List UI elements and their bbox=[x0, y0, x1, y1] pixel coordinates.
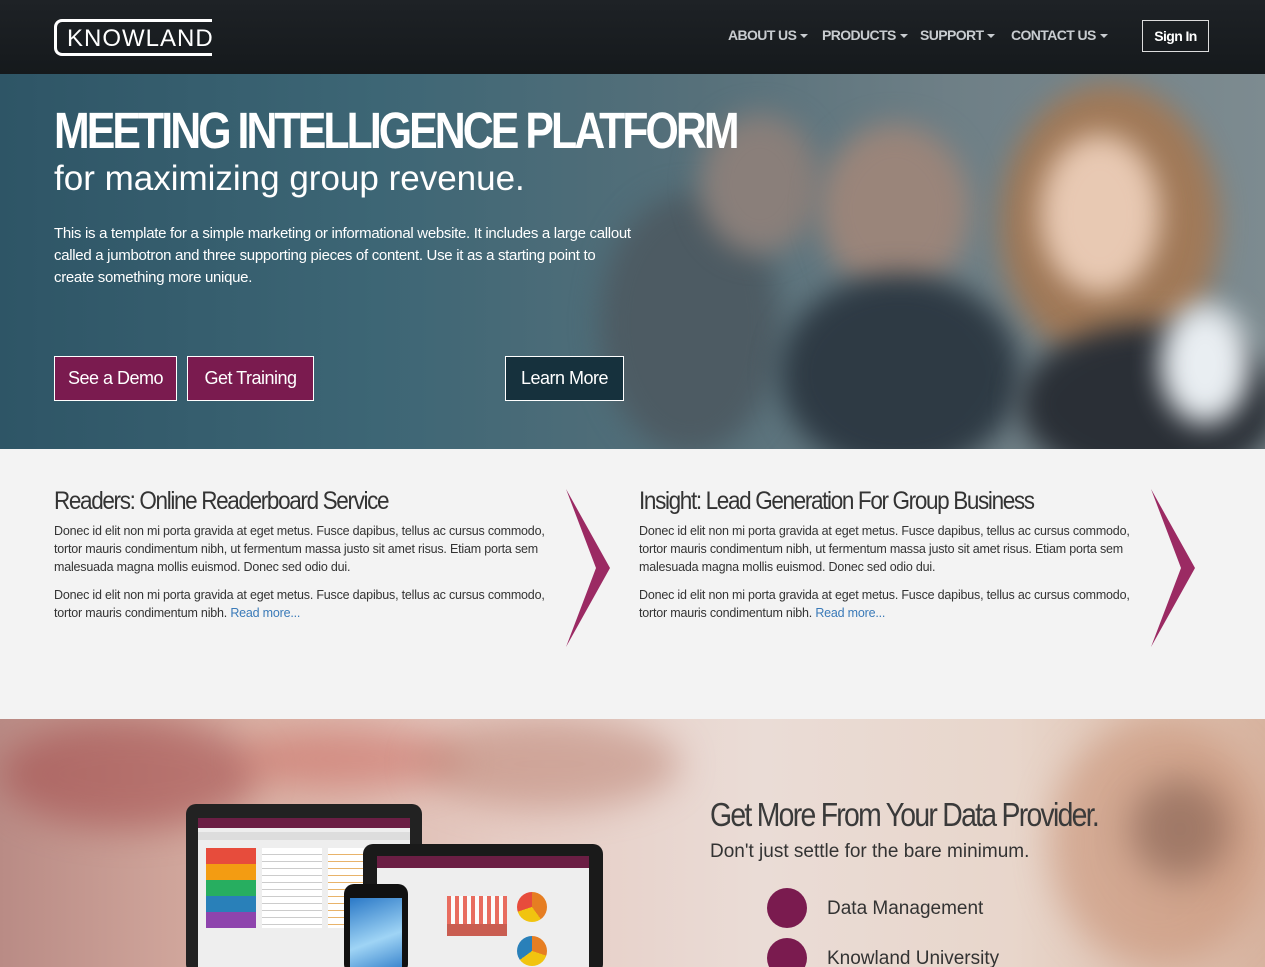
bottom-bg-shape bbox=[1130, 779, 1230, 879]
hero-bg-figure bbox=[1160, 304, 1250, 424]
phone-screen bbox=[350, 898, 402, 967]
phone-device-image bbox=[344, 884, 408, 967]
knowland-university-item[interactable]: Knowland University bbox=[767, 938, 1167, 967]
hero-jumbotron: MEETING INTELLIGENCE PLATFORM for maximi… bbox=[0, 74, 1265, 449]
data-management-item[interactable]: Data Management bbox=[767, 888, 1167, 928]
nav-products[interactable]: PRODUCTS bbox=[822, 27, 908, 43]
chevron-right-icon[interactable] bbox=[1151, 489, 1195, 647]
feature-text: Donec id elit non mi porta gravida at eg… bbox=[54, 588, 545, 620]
read-more-link[interactable]: Read more... bbox=[230, 606, 300, 620]
logo-text: KNOWLAND bbox=[67, 25, 214, 52]
sign-in-button[interactable]: Sign In bbox=[1142, 20, 1209, 52]
feature-title: Insight: Lead Generation For Group Busin… bbox=[639, 487, 1035, 515]
caret-down-icon bbox=[1099, 34, 1108, 39]
feature-title: Readers: Online Readerboard Service bbox=[54, 487, 390, 515]
hero-bg-figure bbox=[1040, 134, 1160, 294]
get-training-button[interactable]: Get Training bbox=[187, 356, 314, 401]
tablet-screen bbox=[377, 856, 589, 967]
feature-text: Donec id elit non mi porta gravida at eg… bbox=[639, 588, 1130, 620]
knowland-logo[interactable]: KNOWLAND bbox=[54, 19, 214, 56]
nav-label: SUPPORT bbox=[920, 27, 984, 43]
caret-down-icon bbox=[800, 34, 809, 39]
features-section: Readers: Online Readerboard Service Done… bbox=[0, 449, 1265, 719]
circle-icon bbox=[767, 938, 807, 967]
hero-description: This is a template for a simple marketin… bbox=[54, 225, 631, 286]
feature-text: Donec id elit non mi porta gravida at eg… bbox=[639, 524, 1130, 574]
item-label: Data Management bbox=[827, 898, 984, 919]
caret-down-icon bbox=[899, 34, 908, 39]
item-label: Knowland University bbox=[827, 948, 1000, 967]
hero-title: MEETING INTELLIGENCE PLATFORM bbox=[54, 102, 740, 159]
nav-label: ABOUT US bbox=[728, 27, 797, 43]
nav-contact-us[interactable]: CONTACT US bbox=[1011, 27, 1108, 43]
chevron-right-icon[interactable] bbox=[566, 489, 610, 647]
nav-label: PRODUCTS bbox=[822, 27, 896, 43]
hero-bg-figure bbox=[820, 124, 970, 294]
caret-down-icon bbox=[987, 34, 996, 39]
circle-icon bbox=[767, 888, 807, 928]
nav-about-us[interactable]: ABOUT US bbox=[728, 27, 809, 43]
feature-readers: Readers: Online Readerboard Service Done… bbox=[54, 486, 554, 622]
hero-subtitle: for maximizing group revenue. bbox=[54, 159, 525, 198]
data-section-subtitle: Don't just settle for the bare minimum. bbox=[710, 841, 1030, 862]
nav-label: CONTACT US bbox=[1011, 27, 1096, 43]
learn-more-button[interactable]: Learn More bbox=[505, 356, 624, 401]
data-section-title: Get More From Your Data Provider. bbox=[710, 796, 1100, 833]
feature-text: Donec id elit non mi porta gravida at eg… bbox=[54, 524, 545, 574]
hero-bg-figure bbox=[780, 274, 1020, 449]
read-more-link[interactable]: Read more... bbox=[815, 606, 885, 620]
bottom-bg-shape bbox=[420, 719, 680, 809]
navbar: KNOWLAND ABOUT US PRODUCTS SUPPORT CONTA… bbox=[0, 0, 1265, 74]
nav-support[interactable]: SUPPORT bbox=[920, 27, 996, 43]
feature-insight: Insight: Lead Generation For Group Busin… bbox=[639, 486, 1139, 622]
data-provider-section: Get More From Your Data Provider. Don't … bbox=[0, 719, 1265, 967]
see-demo-button[interactable]: See a Demo bbox=[54, 356, 177, 401]
